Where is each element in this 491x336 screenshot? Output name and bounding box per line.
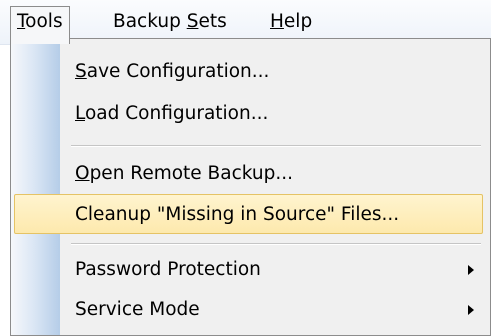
menu-item-load-configuration-label: Load Configuration... [75,94,268,134]
menu-item-service-mode-label: Service Mode [75,290,200,330]
menu-item-load-configuration[interactable]: Load Configuration... [14,94,483,134]
load-configuration-text: oad Configuration... [84,103,269,124]
cleanup-missing-files-text: Cleanup "Missing in Source" Files... [75,204,400,225]
menu-separator-1 [71,145,481,147]
menu-help-accelerator: H [270,11,284,32]
menu-help-label: elp [283,11,313,32]
menu-tools-label: ools [25,11,63,32]
application-window: Tools Backup Sets Help Save Configuratio… [0,0,491,336]
menu-item-service-mode[interactable]: Service Mode [14,290,483,330]
open-remote-backup-text: pen Remote Backup... [89,163,294,184]
menu-backup-sets-label: ets [198,11,227,32]
open-remote-backup-accelerator: O [75,163,90,184]
menu-backup-sets-accelerator: S [186,11,199,32]
save-configuration-accelerator: S [75,61,87,82]
menu-item-cleanup-missing-files-label: Cleanup "Missing in Source" Files... [75,195,399,235]
menu-backup-sets[interactable]: Backup Sets [107,6,233,38]
save-configuration-text: ave Configuration... [86,61,270,82]
menu-item-password-protection[interactable]: Password Protection [14,250,483,290]
menu-item-open-remote-backup[interactable]: Open Remote Backup... [14,154,483,194]
menu-item-cleanup-missing-files[interactable]: Cleanup "Missing in Source" Files... [14,194,483,234]
tools-menu-dropdown: Save Configuration... Load Configuration… [10,38,491,336]
menu-backup-sets-label-pre: Backup [113,11,187,32]
menu-tools-accelerator: T [17,11,26,32]
submenu-arrow-icon [468,305,474,315]
menu-separator-2 [71,243,481,245]
menu-item-open-remote-backup-label: Open Remote Backup... [75,154,293,194]
menu-item-save-configuration[interactable]: Save Configuration... [14,52,483,92]
submenu-arrow-icon [468,265,474,275]
menu-item-save-configuration-label: Save Configuration... [75,52,269,92]
menu-help[interactable]: Help [264,6,318,38]
service-mode-text: Service Mode [75,299,200,320]
load-configuration-accelerator: L [75,103,85,124]
password-protection-text: Password Protection [75,259,261,280]
menu-tools[interactable]: Tools [10,6,70,44]
menu-item-password-protection-label: Password Protection [75,250,261,290]
